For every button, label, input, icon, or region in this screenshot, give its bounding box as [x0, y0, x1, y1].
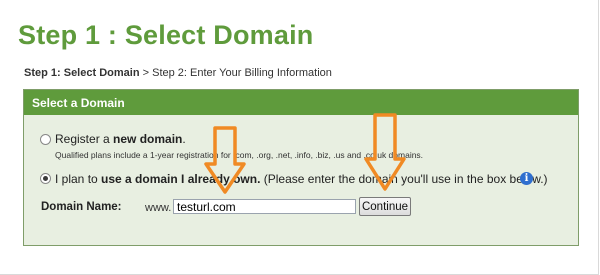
- register-label-bold: new domain: [113, 132, 183, 146]
- page-title: Step 1 : Select Domain: [18, 20, 314, 50]
- breadcrumb-separator: >: [142, 67, 150, 79]
- existing-label-prefix: I plan to: [55, 172, 102, 186]
- select-domain-panel: Select a Domain: [23, 89, 579, 246]
- breadcrumb: Step 1: Select Domain > Step 2: Enter Yo…: [24, 67, 332, 79]
- breadcrumb-current-step: Step 1: Select Domain: [24, 67, 140, 79]
- down-arrow-icon: [204, 126, 246, 194]
- continue-button[interactable]: Continue: [359, 197, 411, 216]
- register-domain-label[interactable]: Register a new domain.: [55, 132, 186, 146]
- existing-domain-label[interactable]: I plan to use a domain I already own. (P…: [55, 172, 548, 186]
- info-icon[interactable]: i: [520, 172, 533, 185]
- existing-domain-radio[interactable]: [40, 173, 51, 184]
- domain-name-input[interactable]: [173, 199, 356, 214]
- down-arrow-icon: [364, 113, 406, 191]
- register-label-suffix: .: [182, 132, 186, 146]
- domain-name-label: Domain Name:: [41, 201, 122, 213]
- www-prefix: www.: [145, 202, 172, 214]
- register-domain-radio[interactable]: [40, 134, 51, 145]
- panel-header: Select a Domain: [24, 90, 578, 115]
- register-label-prefix: Register a: [55, 132, 114, 146]
- breadcrumb-next-step: Step 2: Enter Your Billing Information: [152, 67, 332, 79]
